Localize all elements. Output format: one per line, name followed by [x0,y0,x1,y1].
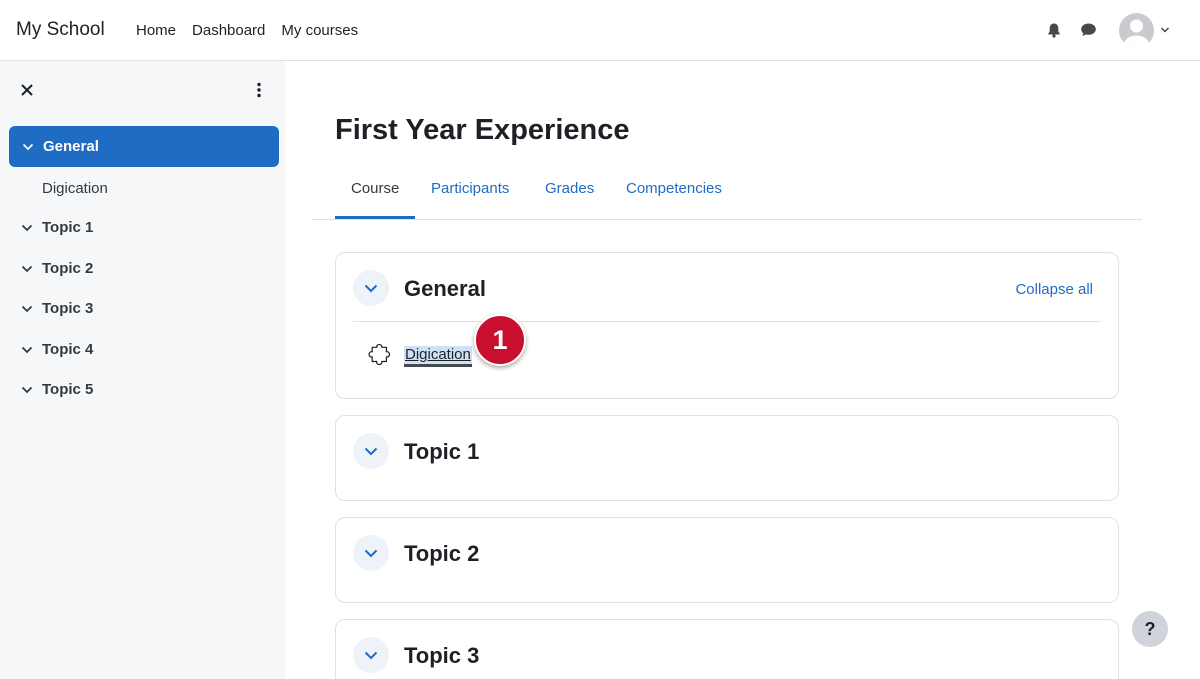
chevron-down-icon [364,549,378,557]
section-toggle-button[interactable] [353,637,389,673]
chevron-down-icon[interactable] [21,346,33,354]
section-title[interactable]: General [404,276,486,302]
active-tab-indicator [335,216,415,219]
drawer-item-digication[interactable]: Digication [42,180,108,197]
tab-course[interactable]: Course [351,180,399,197]
section-toggle-button[interactable] [353,535,389,571]
tab-competencies[interactable]: Competencies [626,180,722,197]
drawer-item-label: Topic 4 [42,341,94,358]
top-navbar: My School Home Dashboard My courses [0,0,1200,61]
help-button[interactable]: ? [1132,611,1168,647]
drawer-item-topic-3[interactable]: Topic 3 [9,288,279,329]
chevron-down-icon [364,284,378,292]
section-title[interactable]: Topic 1 [404,439,479,465]
chevron-down-icon [364,447,378,455]
drawer-item-topic-1[interactable]: Topic 1 [9,207,279,248]
drawer-item-general[interactable]: General [9,126,279,167]
drawer-item-label: Topic 2 [42,260,94,277]
section-topic-2: Topic 2 [335,517,1119,603]
section-title[interactable]: Topic 3 [404,643,479,669]
course-index-drawer: General Digication Topic 1 Topic 2 Topic… [0,61,285,679]
page-title: First Year Experience [335,114,630,146]
site-brand[interactable]: My School [16,19,105,41]
user-silhouette-icon [1123,19,1150,48]
chevron-down-icon[interactable] [21,265,33,273]
drawer-item-label: Topic 5 [42,381,94,398]
section-title[interactable]: Topic 2 [404,541,479,567]
section-divider [353,321,1101,322]
drawer-item-label: Topic 1 [42,219,94,236]
activity-link-digication[interactable]: Digication [404,346,472,367]
drawer-item-topic-5[interactable]: Topic 5 [9,369,279,410]
step-number-badge: 1 [474,314,526,366]
chat-icon[interactable] [1080,22,1097,38]
nav-my-courses-link[interactable]: My courses [281,22,358,39]
drawer-item-topic-4[interactable]: Topic 4 [9,329,279,370]
section-toggle-button[interactable] [353,433,389,469]
tab-participants[interactable]: Participants [431,180,509,197]
section-toggle-button[interactable] [353,270,389,306]
section-general: General Collapse all Digication [335,252,1119,399]
puzzle-piece-icon [368,343,391,366]
tab-grades[interactable]: Grades [545,180,594,197]
close-icon[interactable] [20,83,34,97]
section-topic-3: Topic 3 [335,619,1119,679]
bell-icon[interactable] [1046,22,1062,38]
drawer-item-topic-2[interactable]: Topic 2 [9,248,279,289]
course-tabs: Course Participants Grades Competencies [312,168,1142,220]
avatar[interactable] [1119,13,1154,48]
primary-navigation: Home Dashboard My courses [136,22,358,39]
chevron-down-icon[interactable] [22,143,34,151]
drawer-item-label: Topic 3 [42,300,94,317]
chevron-down-icon[interactable] [1160,26,1170,34]
nav-dashboard-link[interactable]: Dashboard [192,22,265,39]
chevron-down-icon[interactable] [21,224,33,232]
drawer-item-label: General [43,138,99,155]
chevron-down-icon[interactable] [21,305,33,313]
collapse-all-link[interactable]: Collapse all [1015,281,1093,298]
section-topic-1: Topic 1 [335,415,1119,501]
nav-home-link[interactable]: Home [136,22,176,39]
chevron-down-icon [364,651,378,659]
kebab-menu-icon[interactable] [256,82,262,98]
chevron-down-icon[interactable] [21,386,33,394]
